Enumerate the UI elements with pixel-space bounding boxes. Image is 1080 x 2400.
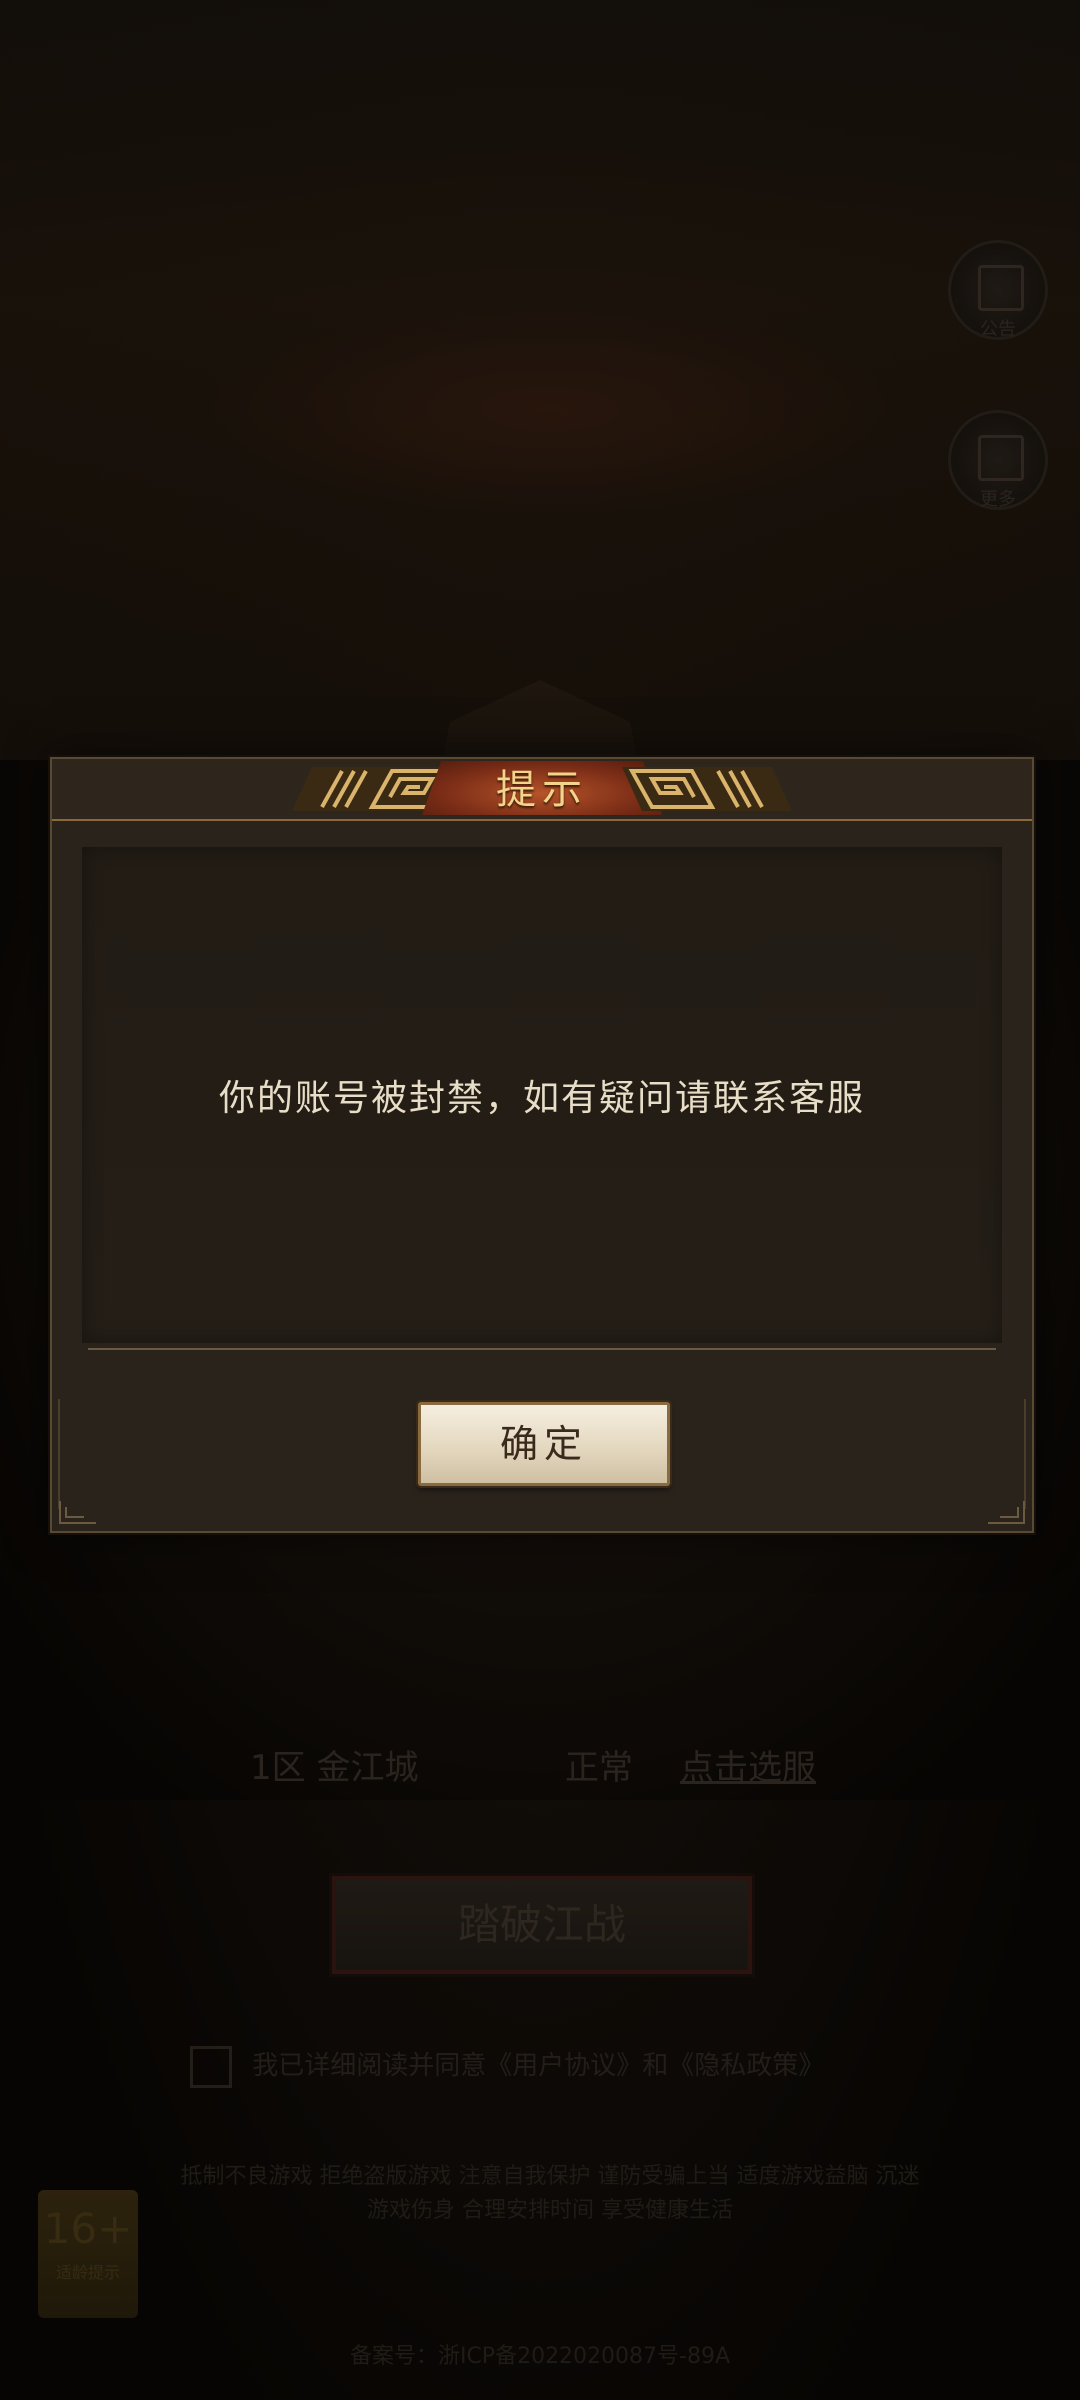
cloud-ornament-right-icon (622, 767, 792, 811)
app-screen: 公告 更多 1区 金江城 正常 点击选服 踏破江战 我已详细阅读并同意《用户协议… (0, 0, 1080, 2400)
corner-ornament-right-icon (988, 1501, 1025, 1524)
dialog-titlebar: 提示 (52, 759, 1032, 821)
notice-dialog: 提示 你的账号被封禁，如有疑问请联系客服 确定 (50, 757, 1034, 1533)
corner-ornament-left-icon (59, 1501, 96, 1524)
dialog-divider (88, 1348, 996, 1350)
confirm-button[interactable]: 确定 (418, 1402, 670, 1486)
dialog-message: 你的账号被封禁，如有疑问请联系客服 (218, 1078, 865, 1119)
dialog-side-line-right (1024, 1399, 1026, 1509)
dialog-side-line-left (58, 1399, 60, 1509)
dialog-content-panel: 你的账号被封禁，如有疑问请联系客服 (82, 847, 1002, 1343)
